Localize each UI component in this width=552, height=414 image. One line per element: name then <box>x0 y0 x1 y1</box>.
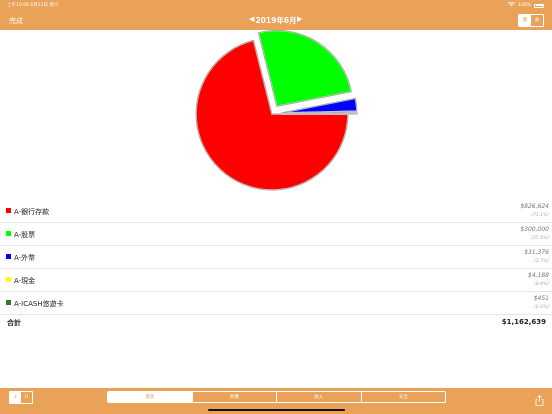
legend-row[interactable]: A-ICASH悠遊卡 $451 (0.0%) <box>0 292 552 315</box>
legend-swatch <box>6 208 11 213</box>
pie-chart <box>0 29 552 200</box>
next-month-icon[interactable]: ▶ <box>297 15 302 23</box>
tab-income[interactable]: 收入 <box>276 392 361 402</box>
legend-name: A-外幣 <box>14 253 36 262</box>
status-time-date: 上午10:06 6月22日 週六 <box>7 3 59 8</box>
legend-list: A-銀行存款 $826,624 (71.1%) A-股票 $300,000 (2… <box>0 200 552 327</box>
legend-percent: (0.4%) <box>534 282 549 287</box>
legend-row[interactable]: A-銀行存款 $826,624 (71.1%) <box>0 200 552 223</box>
legend-percent: (71.1%) <box>531 213 549 218</box>
status-bar: 上午10:06 6月22日 週六 100% <box>0 0 552 10</box>
nav-bar: 完成 ◀ 2019年6月 ▶ 圖 表 <box>0 10 552 30</box>
view-segment-chart[interactable]: 圖 <box>519 15 531 26</box>
legend-row[interactable]: A-外幣 $31,376 (2.7%) <box>0 246 552 269</box>
bottom-toolbar: $ U 資產 負債 收入 支出 <box>0 388 552 414</box>
battery-icon <box>534 3 544 8</box>
legend-swatch <box>6 277 11 282</box>
total-value: $1,162,639 <box>501 318 546 326</box>
wifi-icon <box>508 1 516 9</box>
category-tabs[interactable]: 資產 負債 收入 支出 <box>107 391 446 403</box>
legend-amount: $31,376 <box>524 249 549 256</box>
legend-percent: (2.7%) <box>534 259 549 264</box>
view-segment[interactable]: 圖 表 <box>518 14 544 27</box>
legend-swatch <box>6 254 11 259</box>
home-indicator <box>208 408 345 411</box>
legend-amount: $451 <box>533 295 549 302</box>
legend-amount: $300,000 <box>520 226 549 233</box>
legend-swatch <box>6 300 11 305</box>
view-segment-table[interactable]: 表 <box>531 15 543 26</box>
legend-amount: $4,188 <box>528 272 549 279</box>
currency-segment-u[interactable]: U <box>21 392 32 403</box>
legend-amount: $826,624 <box>520 203 549 210</box>
battery-percent: 100% <box>518 3 531 8</box>
pie-chart-svg <box>195 29 358 191</box>
legend-row[interactable]: A-現金 $4,188 (0.4%) <box>0 269 552 292</box>
legend-name: A-股票 <box>14 230 36 239</box>
share-icon[interactable] <box>535 391 544 406</box>
tab-assets[interactable]: 資產 <box>108 392 192 402</box>
pie-slice <box>257 29 353 108</box>
total-label: 合計 <box>7 319 21 327</box>
legend-row[interactable]: A-股票 $300,000 (25.8%) <box>0 223 552 246</box>
legend-name: A-現金 <box>14 276 36 285</box>
legend-percent: (0.0%) <box>534 305 549 310</box>
month-title: 2019年6月 <box>255 16 297 25</box>
tab-liabilities[interactable]: 負債 <box>191 392 277 402</box>
legend-percent: (25.8%) <box>531 236 549 241</box>
currency-segment-dollar[interactable]: $ <box>10 392 21 403</box>
currency-segment[interactable]: $ U <box>9 391 33 404</box>
tab-expense[interactable]: 支出 <box>360 392 446 402</box>
status-right: 100% <box>508 1 544 9</box>
legend-swatch <box>6 231 11 236</box>
legend-name: A-銀行存款 <box>14 207 50 216</box>
total-row: 合計 $1,162,639 <box>0 315 552 329</box>
legend-name: A-ICASH悠遊卡 <box>14 299 64 308</box>
